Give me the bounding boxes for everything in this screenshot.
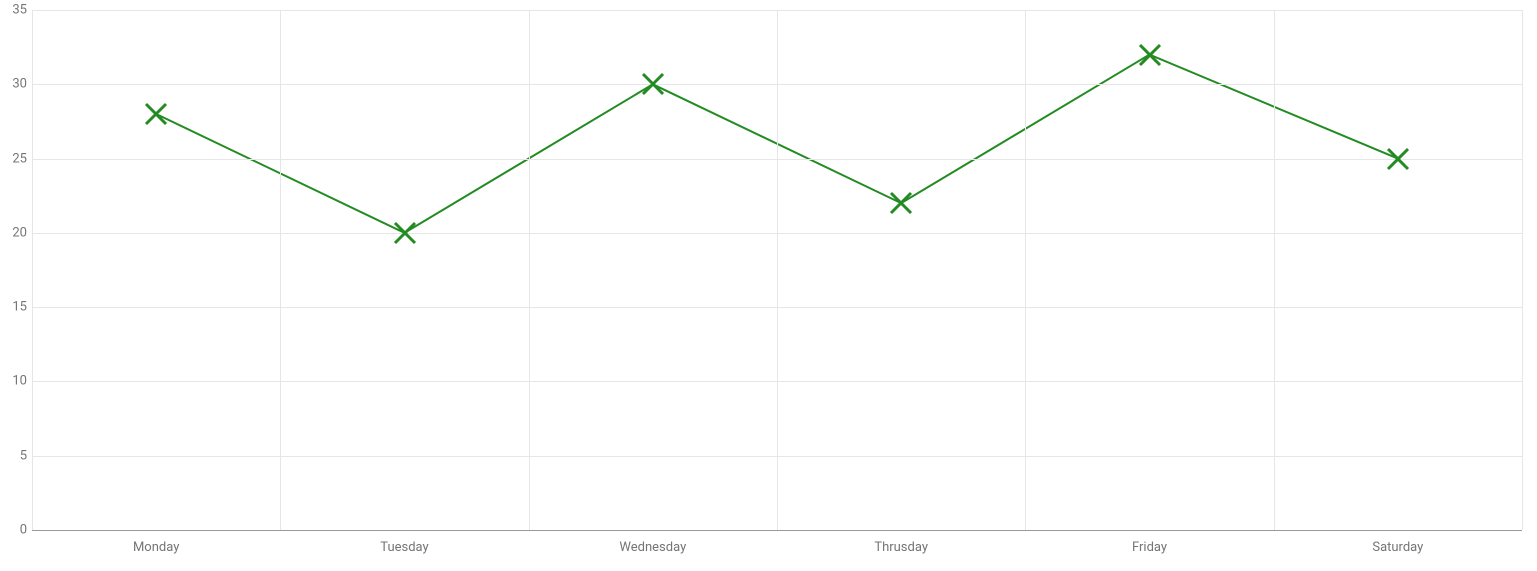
x-tick-label: Monday bbox=[133, 540, 179, 555]
gridline-vertical bbox=[529, 10, 530, 530]
y-tick-label: 0 bbox=[20, 523, 27, 538]
gridline-vertical bbox=[1274, 10, 1275, 530]
y-tick-label: 20 bbox=[12, 225, 27, 240]
data-point-marker bbox=[888, 190, 914, 216]
data-point-marker bbox=[1137, 42, 1163, 68]
gridline-vertical bbox=[1025, 10, 1026, 530]
x-tick-label: Tuesday bbox=[380, 540, 428, 555]
x-tick-label: Wednesday bbox=[619, 540, 686, 555]
data-point-marker bbox=[640, 71, 666, 97]
gridline-vertical bbox=[777, 10, 778, 530]
data-point-marker bbox=[143, 101, 169, 127]
y-tick-label: 25 bbox=[12, 151, 27, 166]
line-chart: 0 5 10 15 20 25 30 35 Monday Tuesday Wednesday Thru… bbox=[0, 0, 1537, 571]
x-tick-label: Friday bbox=[1132, 540, 1167, 555]
data-point-marker bbox=[1385, 146, 1411, 172]
x-tick-label: Saturday bbox=[1372, 540, 1423, 555]
gridline-vertical bbox=[280, 10, 281, 530]
y-tick-label: 30 bbox=[12, 77, 27, 92]
gridline-vertical bbox=[1522, 10, 1523, 530]
gridline-horizontal bbox=[32, 530, 1522, 531]
gridline-vertical bbox=[32, 10, 33, 530]
y-tick-label: 15 bbox=[12, 300, 27, 315]
y-tick-label: 35 bbox=[12, 3, 27, 18]
plot-area bbox=[32, 10, 1522, 530]
data-point-marker bbox=[392, 220, 418, 246]
x-tick-label: Thrusday bbox=[874, 540, 928, 555]
y-tick-label: 10 bbox=[12, 374, 27, 389]
y-tick-label: 5 bbox=[20, 448, 27, 463]
